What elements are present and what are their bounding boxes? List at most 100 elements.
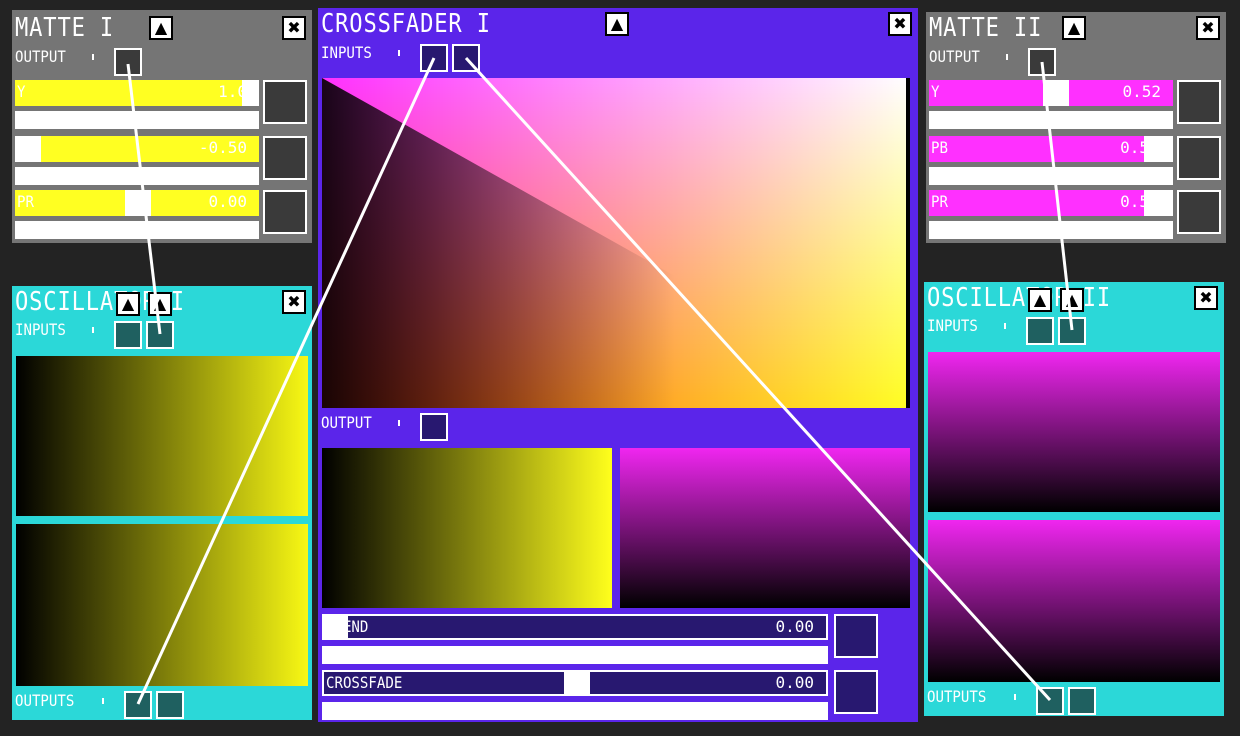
label-tick: [398, 420, 400, 426]
oscillator-1-output-port-2[interactable]: [156, 691, 184, 719]
slider-label: CROSSFADE: [326, 673, 403, 692]
slider-fill: [929, 136, 1144, 162]
slider-handle[interactable]: [125, 190, 151, 216]
crossfader-1-preview-a: [322, 448, 612, 608]
inputs-label: INPUTS: [927, 316, 978, 335]
oscillator-2-input-port-2[interactable]: [1058, 317, 1086, 345]
slider-handle[interactable]: [564, 672, 590, 694]
slider-track[interactable]: [15, 111, 259, 129]
slider-crossfade[interactable]: CROSSFADE 0.00: [322, 670, 828, 696]
mod-input-box[interactable]: [834, 670, 878, 714]
slider-fill: [15, 80, 242, 106]
matte-2-panel: MATTE II ▲ ✖ OUTPUT Y 0.52 PB 0.5 PR 0.5: [926, 12, 1226, 243]
oscillator-1-input-port-2[interactable]: [146, 321, 174, 349]
close-icon[interactable]: ✖: [282, 290, 306, 314]
slider-value: -0.50: [198, 138, 247, 157]
chevron-up-icon[interactable]: ▲: [149, 16, 173, 40]
matte-2-output-port[interactable]: [1028, 48, 1056, 76]
oscillator-1-preview-2: [16, 524, 308, 686]
label-tick: [1014, 694, 1016, 700]
slider-value: 0.00: [775, 673, 814, 692]
mod-input-box[interactable]: [263, 80, 307, 124]
crossfader-1-preview-main: [322, 78, 910, 408]
label-tick: [398, 50, 400, 56]
chevron-up-icon[interactable]: ▲: [1060, 288, 1084, 312]
label-tick: [92, 327, 94, 333]
oscillator-2-panel: OSCILLATOR II ▲ ▲ ✖ INPUTS OUTPUTS: [924, 282, 1224, 716]
crossfader-1-input-port-1[interactable]: [420, 44, 448, 72]
slider-label: BLEND: [326, 617, 369, 636]
label-tick: [92, 54, 94, 60]
slider-fill: [929, 190, 1144, 216]
slider-handle[interactable]: [15, 136, 41, 162]
label-tick: [1006, 54, 1008, 60]
slider-pb[interactable]: PB 0.5: [929, 136, 1173, 162]
oscillator-1-input-port-1[interactable]: [114, 321, 142, 349]
slider-y[interactable]: Y 0.52: [929, 80, 1173, 106]
slider-pb[interactable]: -0.50: [15, 136, 259, 162]
slider-y[interactable]: Y 1.0: [15, 80, 259, 106]
close-icon[interactable]: ✖: [282, 16, 306, 40]
slider-track[interactable]: [15, 221, 259, 239]
crossfader-1-preview-b: [620, 448, 910, 608]
output-label: OUTPUT: [321, 413, 372, 432]
slider-track[interactable]: [929, 221, 1173, 239]
output-label: OUTPUT: [929, 47, 980, 66]
mod-input-box[interactable]: [263, 190, 307, 234]
slider-pr[interactable]: PR 0.5: [929, 190, 1173, 216]
chevron-up-icon[interactable]: ▲: [148, 292, 172, 316]
mod-input-box[interactable]: [1177, 190, 1221, 234]
oscillator-1-panel: OSCILLATOR I ▲ ▲ ✖ INPUTS OUTPUTS: [12, 286, 312, 720]
crossfader-1-input-port-2[interactable]: [452, 44, 480, 72]
close-icon[interactable]: ✖: [1196, 16, 1220, 40]
oscillator-2-output-port-1[interactable]: [1036, 687, 1064, 715]
chevron-up-icon[interactable]: ▲: [1028, 288, 1052, 312]
oscillator-2-output-port-2[interactable]: [1068, 687, 1096, 715]
inputs-label: INPUTS: [15, 320, 66, 339]
label-tick: [1004, 323, 1006, 329]
mod-input-box[interactable]: [263, 136, 307, 180]
oscillator-2-preview-1: [928, 352, 1220, 512]
oscillator-2-preview-2: [928, 520, 1220, 682]
crossfader-1-output-port[interactable]: [420, 413, 448, 441]
oscillator-2-input-port-1[interactable]: [1026, 317, 1054, 345]
slider-blend[interactable]: BLEND 0.00: [322, 614, 828, 640]
mod-input-box[interactable]: [1177, 80, 1221, 124]
slider-value: 0.5: [1120, 192, 1149, 211]
output-label: OUTPUT: [15, 47, 66, 66]
oscillator-1-preview-1: [16, 356, 308, 516]
slider-track[interactable]: [929, 111, 1173, 129]
oscillator-1-output-port-1[interactable]: [124, 691, 152, 719]
close-icon[interactable]: ✖: [1194, 286, 1218, 310]
inputs-label: INPUTS: [321, 43, 372, 62]
slider-track[interactable]: [322, 702, 828, 720]
slider-value: 0.00: [208, 192, 247, 211]
slider-label: Y: [17, 82, 26, 101]
matte-1-panel: MATTE I ▲ ✖ OUTPUT Y 1.0 -0.50 PR 0.00: [12, 10, 312, 243]
outputs-label: OUTPUTS: [927, 687, 987, 706]
slider-handle[interactable]: [1043, 80, 1069, 106]
matte-1-output-port[interactable]: [114, 48, 142, 76]
close-icon[interactable]: ✖: [888, 12, 912, 36]
chevron-up-icon[interactable]: ▲: [605, 12, 629, 36]
matte-1-title: MATTE I: [15, 13, 115, 43]
matte-2-title: MATTE II: [929, 13, 1043, 43]
slider-pr[interactable]: PR 0.00: [15, 190, 259, 216]
chevron-up-icon[interactable]: ▲: [1062, 16, 1086, 40]
chevron-up-icon[interactable]: ▲: [116, 292, 140, 316]
slider-label: PR: [931, 192, 948, 211]
slider-label: Y: [931, 82, 940, 101]
slider-track[interactable]: [929, 167, 1173, 185]
label-tick: [102, 698, 104, 704]
crossfader-1-title: CROSSFADER I: [321, 9, 491, 39]
mod-input-box[interactable]: [834, 614, 878, 658]
slider-value: 0.52: [1122, 82, 1161, 101]
slider-track[interactable]: [15, 167, 259, 185]
crossfader-1-panel: CROSSFADER I ▲ ✖ INPUTS OUTPUT BLEND 0.0…: [318, 8, 918, 722]
slider-value: 0.00: [775, 617, 814, 636]
mod-input-box[interactable]: [1177, 136, 1221, 180]
outputs-label: OUTPUTS: [15, 691, 75, 710]
slider-value: 1.0: [218, 82, 247, 101]
slider-track[interactable]: [322, 646, 828, 664]
slider-value: 0.5: [1120, 138, 1149, 157]
